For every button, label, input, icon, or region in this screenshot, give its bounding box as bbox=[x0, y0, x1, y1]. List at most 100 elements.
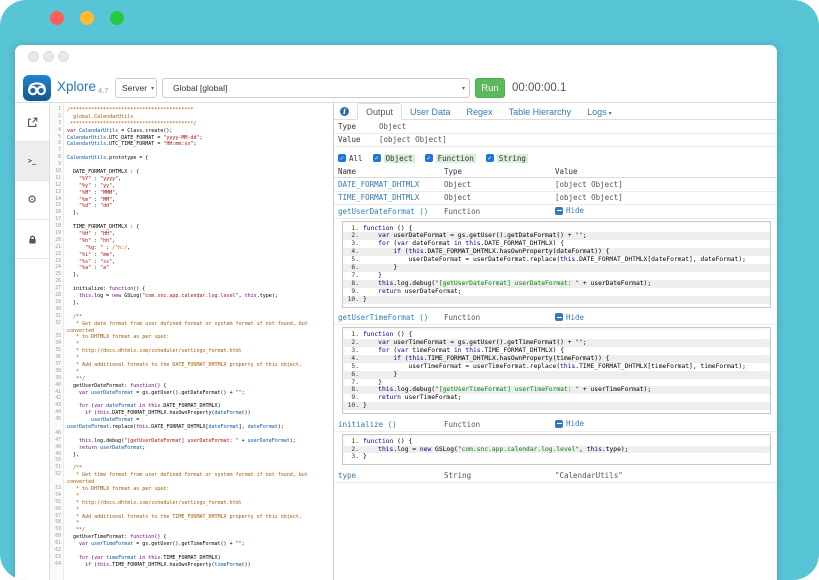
checkbox-checked-icon[interactable]: ✓ bbox=[338, 154, 346, 162]
code-line: 49 }, bbox=[50, 452, 333, 459]
result-type: Object bbox=[444, 193, 555, 202]
code-line: 63 for (var timeFormat in this.TIME_FORM… bbox=[50, 555, 333, 562]
inner-maximize-icon bbox=[58, 51, 69, 62]
result-value: [object Object] bbox=[555, 193, 777, 202]
chevron-down-icon: ▾ bbox=[609, 111, 612, 117]
code-line: 27 initialize: function() { bbox=[50, 286, 333, 293]
result-type: Function bbox=[444, 207, 555, 216]
maximize-window-icon[interactable] bbox=[110, 11, 124, 25]
code-line: 21 "%g: " : /^h:/, bbox=[50, 245, 333, 252]
code-line: 54 * bbox=[50, 493, 333, 500]
sidebar-item-settings[interactable]: ⚙ bbox=[15, 181, 49, 220]
code-line: 41 var userDateFormat = gs.getUser().get… bbox=[50, 390, 333, 397]
result-name-link[interactable]: DATE_FORMAT_DHTMLX bbox=[334, 180, 444, 189]
summary-value: [object Object] bbox=[379, 135, 447, 144]
code-line: 8CalendarUtils.prototype = { bbox=[50, 155, 333, 162]
code-line: 45 userDateFormat = bbox=[50, 417, 333, 424]
result-value: [object Object] bbox=[555, 180, 777, 189]
code-line: 56 * bbox=[50, 507, 333, 514]
summary-row: Value[object Object] bbox=[334, 134, 777, 148]
inner-minimize-icon bbox=[43, 51, 54, 62]
tab-table-hierarchy[interactable]: Table Hierarchy bbox=[501, 104, 580, 119]
code-line: 51 /** bbox=[50, 465, 333, 472]
chevron-down-icon: ▾ bbox=[458, 85, 469, 92]
sidebar-item-terminal[interactable]: >_ bbox=[15, 142, 49, 181]
minimize-window-icon[interactable] bbox=[80, 11, 94, 25]
code-line: converted bbox=[50, 479, 333, 486]
filter-function[interactable]: ✓Function bbox=[425, 154, 476, 163]
checkbox-checked-icon[interactable]: ✓ bbox=[373, 154, 381, 162]
filter-label: String bbox=[497, 154, 528, 163]
scope-select[interactable]: Global [global] ▾ bbox=[162, 78, 470, 98]
checkbox-checked-icon[interactable]: ✓ bbox=[486, 154, 494, 162]
hide-toggle[interactable]: Hide bbox=[555, 206, 584, 215]
source-line: 6. } bbox=[343, 264, 770, 272]
source-line: 8. this.log.debug("[getUserTimeFormat] u… bbox=[343, 386, 770, 394]
code-line: 37 * Add additional formats to the DATE_… bbox=[50, 362, 333, 369]
result-name-link[interactable]: initialize () bbox=[334, 420, 444, 429]
lock-icon bbox=[27, 234, 38, 245]
tab-user-data[interactable]: User Data bbox=[402, 104, 459, 119]
code-line: 31 /** bbox=[50, 314, 333, 321]
code-line: 36 * bbox=[50, 355, 333, 362]
code-line: 30 bbox=[50, 307, 333, 314]
result-type: Function bbox=[444, 420, 555, 429]
column-header-name: Name bbox=[334, 167, 444, 176]
source-line: 3. for (var dateFormat in this.DATE_FORM… bbox=[343, 240, 770, 248]
column-header-value: Value bbox=[555, 167, 777, 176]
code-line: 5CalendarUtils.UTC_DATE_FORMAT = "yyyy-M… bbox=[50, 135, 333, 142]
output-tabbar: i OutputUser DataRegexTable HierarchyLog… bbox=[334, 103, 777, 120]
tab-output[interactable]: Output bbox=[357, 103, 402, 120]
result-row: typeString"CalendarUtils" bbox=[334, 469, 777, 483]
info-icon[interactable]: i bbox=[340, 107, 349, 116]
code-line: 42 bbox=[50, 396, 333, 403]
source-line: 1.function () { bbox=[343, 331, 770, 339]
run-button[interactable]: Run bbox=[475, 78, 505, 98]
code-line: 64 if (this.TIME_FORMAT_DHTMLX.hasOwnPro… bbox=[50, 562, 333, 569]
hide-toggle[interactable]: Hide bbox=[555, 313, 584, 322]
summary-value: Object bbox=[379, 122, 406, 131]
results-table: NameTypeValue DATE_FORMAT_DHTMLXObject[o… bbox=[334, 166, 777, 483]
target-select[interactable]: Server ▾ bbox=[115, 78, 157, 98]
code-line: 14 "%m" : "MM", bbox=[50, 197, 333, 204]
code-line: 33 * to DHTMLX format as per spec: bbox=[50, 334, 333, 341]
code-line: 3 **************************************… bbox=[50, 121, 333, 128]
sidebar-item-open-external[interactable] bbox=[15, 103, 49, 142]
code-line: 4var CalendarUtils = Class.create(); bbox=[50, 128, 333, 135]
source-line: 6. } bbox=[343, 371, 770, 379]
result-name-link[interactable]: getUserTimeFormat () bbox=[334, 313, 444, 322]
close-window-icon[interactable] bbox=[50, 11, 64, 25]
filter-all[interactable]: ✓All bbox=[338, 154, 363, 163]
result-type: String bbox=[444, 471, 555, 480]
code-line: 40 getUserDateFormat: function() { bbox=[50, 383, 333, 390]
source-line: 4. if (this.DATE_FORMAT_DHTMLX.hasOwnPro… bbox=[343, 248, 770, 256]
checkbox-checked-icon[interactable]: ✓ bbox=[425, 154, 433, 162]
filter-object[interactable]: ✓Object bbox=[373, 154, 415, 163]
code-line: 10 DATE_FORMAT_DHTMLX : { bbox=[50, 169, 333, 176]
source-line: 2. this.log = new GSLog("com.snc.app.cal… bbox=[343, 446, 770, 454]
code-line: 38 * bbox=[50, 369, 333, 376]
tab-logs[interactable]: Logs▾ bbox=[579, 104, 620, 119]
code-editor[interactable]: 1/**************************************… bbox=[50, 103, 334, 580]
summary-label: Value bbox=[338, 135, 379, 144]
code-line: 6CalendarUtils.UTC_TIME_FORMAT = "HH:mm:… bbox=[50, 141, 333, 148]
code-line: 7 bbox=[50, 148, 333, 155]
result-name-link[interactable]: getUserDateFormat () bbox=[334, 207, 444, 216]
filter-string[interactable]: ✓String bbox=[486, 154, 528, 163]
app-title: Xplore4.7 bbox=[57, 79, 108, 95]
sidebar-item-security[interactable] bbox=[15, 220, 49, 259]
result-row: DATE_FORMAT_DHTMLXObject[object Object] bbox=[334, 178, 777, 192]
code-line: 12 "%y" : "yy", bbox=[50, 183, 333, 190]
result-name-link[interactable]: TIME_FORMAT_DHTMLX bbox=[334, 193, 444, 202]
result-name-link[interactable]: type bbox=[334, 471, 444, 480]
tab-regex[interactable]: Regex bbox=[459, 104, 501, 119]
source-line: 5. userTimeFormat = userTimeFormat.repla… bbox=[343, 363, 770, 371]
source-line: 2. var userTimeFormat = gs.getUser().get… bbox=[343, 339, 770, 347]
hide-label: Hide bbox=[566, 419, 584, 428]
filter-label: Object bbox=[384, 154, 415, 163]
code-line: 18 TIME_FORMAT_DHTMLX : { bbox=[50, 224, 333, 231]
code-line: 24 "%a" : "a" bbox=[50, 265, 333, 272]
code-line: 25 }, bbox=[50, 272, 333, 279]
hide-toggle[interactable]: Hide bbox=[555, 419, 584, 428]
column-header-type: Type bbox=[444, 167, 555, 176]
